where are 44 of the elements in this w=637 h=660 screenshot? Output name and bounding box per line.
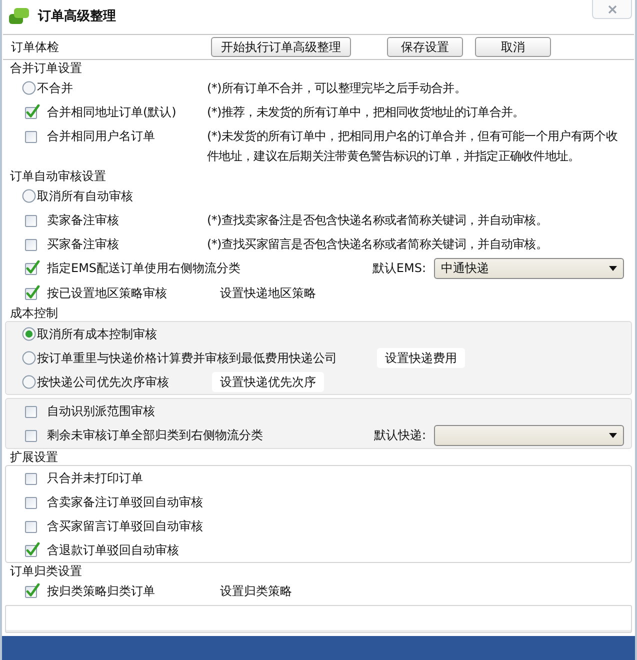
toolbar-button[interactable]: 开始执行订单高级整理	[211, 37, 351, 57]
checkbox[interactable]: 卖家备注审核	[22, 210, 119, 230]
checkbox[interactable]: 含卖家备注订单驳回自动审核	[22, 492, 203, 512]
window-title: 订单高级整理	[38, 8, 116, 25]
section-title: 合并订单设置	[9, 60, 82, 76]
option-description: (*)推荐，未发货的所有订单中，把相同收货地址的订单合并。	[207, 104, 524, 121]
toolbar-button[interactable]: 取消	[475, 37, 551, 57]
settings-button[interactable]: 设置快递费用	[377, 348, 465, 368]
close-button[interactable]	[592, 0, 632, 19]
settings-button[interactable]: 设置快递优先次序	[212, 372, 324, 392]
option-description: (*)查找买家留言是否包含快递名称或者简称关键词，并自动审核。	[207, 236, 548, 253]
checkbox[interactable]: 只合并未打印订单	[22, 468, 143, 488]
section-title: 成本控制	[9, 305, 58, 321]
checkbox[interactable]: 含退款订单驳回自动审核	[22, 540, 179, 560]
toolbar-button[interactable]: 保存设置	[387, 37, 463, 57]
option-description: (*)所有订单不合并，可以整理完毕之后手动合并。	[207, 80, 466, 97]
caret-icon	[609, 433, 617, 438]
toolbar-label: 订单体检	[11, 38, 59, 56]
section-title: 扩展设置	[9, 449, 58, 465]
radio-button[interactable]: 按快递公司优先次序审核	[22, 372, 169, 392]
radio-button[interactable]: 按订单重里与快递价格计算费并审核到最低费用快递公司	[22, 348, 337, 368]
dropdown[interactable]	[434, 425, 624, 446]
radio-button[interactable]: 取消所有自动审核	[22, 186, 133, 206]
checkbox[interactable]: 剩余未审核订单全部归类到右侧物流分类	[22, 425, 263, 445]
caret-icon	[609, 266, 617, 271]
radio-button[interactable]: 不合并	[22, 78, 73, 98]
option-description: (*)查找卖家备注是否包含快递名称或者简称关键词，并自动审核。	[207, 212, 548, 229]
radio-button[interactable]: 取消所有成本控制审核	[22, 324, 157, 344]
checkbox[interactable]: 含买家留言订单驳回自动审核	[22, 516, 203, 536]
checkbox[interactable]: 按归类策略归类订单	[22, 581, 155, 601]
dropdown-label: 默认EMS:	[372, 260, 426, 277]
stacked-tiles-icon	[8, 6, 30, 26]
checkbox[interactable]: 买家备注审核	[22, 234, 119, 254]
option-description: (*)未发货的所有订单中，把相同用户名的订单合并，但有可能一个用户有两个收件地址，建议在后期关注带黄色警告标识的订单，并指定正确收件地址。	[207, 128, 618, 165]
checkbox[interactable]: 指定EMS配送订单使用右侧物流分类	[22, 258, 241, 278]
checkbox[interactable]: 自动识别派范围审核	[22, 401, 155, 421]
checkbox[interactable]: 按已设置地区策略审核	[22, 283, 167, 303]
checkbox[interactable]: 合并相同地址订单(默认)	[22, 102, 176, 122]
section-title: 订单归类设置	[9, 563, 82, 579]
dropdown[interactable]: 中通快递	[434, 258, 624, 279]
close-icon	[608, 4, 616, 14]
checkbox[interactable]: 合并相同用户名订单	[22, 126, 155, 146]
dropdown-label: 默认快递:	[374, 427, 426, 444]
section-title: 订单自动审核设置	[9, 168, 106, 184]
